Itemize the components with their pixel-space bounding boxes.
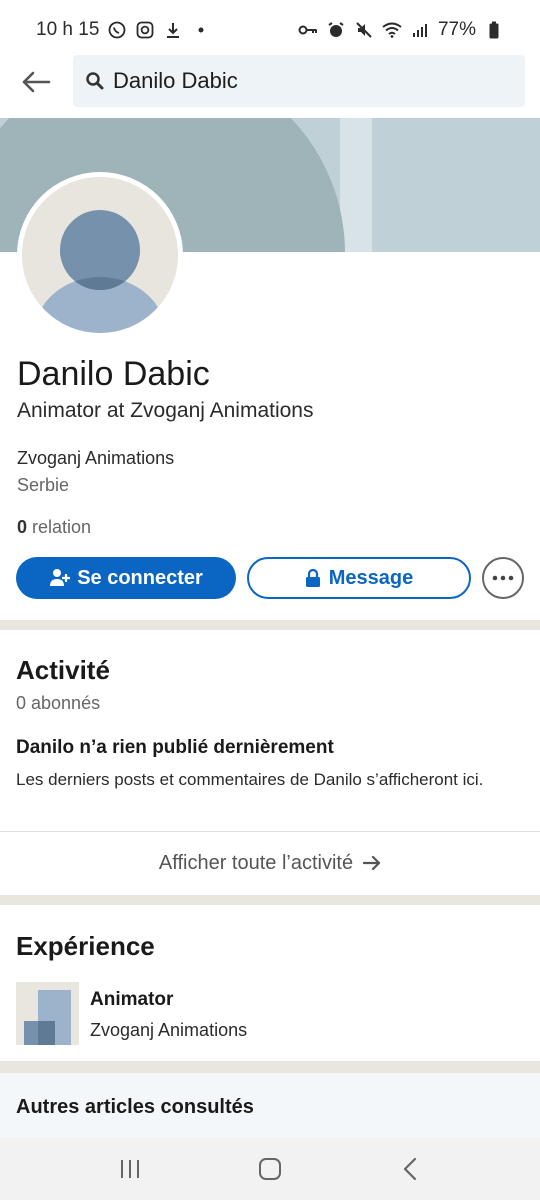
activity-title: Activité: [16, 655, 110, 685]
home-icon: [259, 1158, 281, 1180]
status-right: 77%: [298, 19, 504, 41]
profile-company[interactable]: Zvoganj Animations: [17, 448, 174, 469]
other-viewed-title: Autres articles consultés: [16, 1096, 254, 1118]
show-all-activity-label: Afficher toute l’activité: [158, 851, 354, 874]
status-time: 10 h 15: [36, 19, 100, 40]
avatar-placeholder-icon: [22, 177, 178, 333]
arrow-right-icon: [363, 855, 381, 871]
alarm-icon: [326, 20, 346, 40]
experience-title: Expérience: [16, 931, 155, 961]
download-icon: [163, 20, 183, 40]
section-divider: [0, 895, 540, 905]
message-button[interactable]: Message: [247, 557, 471, 599]
add-person-icon: [50, 569, 71, 586]
chevron-left-icon: [403, 1157, 417, 1181]
battery-icon: [484, 20, 504, 40]
system-back-button[interactable]: [380, 1144, 440, 1194]
message-label: Message: [328, 566, 414, 589]
dot-icon: [191, 20, 211, 40]
profile-name: Danilo Dabic: [17, 355, 210, 393]
experience-role: Animator: [90, 989, 174, 1010]
instagram-icon: [135, 20, 155, 40]
connect-label: Se connecter: [77, 566, 203, 589]
search-input[interactable]: Danilo Dabic: [73, 55, 525, 107]
status-left: 10 h 15: [36, 19, 211, 41]
signal-icon: [410, 20, 430, 40]
battery-percent: 77%: [437, 19, 476, 40]
activity-empty-description: Les derniers posts et commentaires de Da…: [16, 770, 484, 789]
search-header: Danilo Dabic: [0, 52, 540, 112]
connect-button[interactable]: Se connecter: [16, 557, 236, 599]
relations-label: relation: [27, 517, 92, 537]
relations-count[interactable]: 0 relation: [17, 517, 91, 538]
search-icon: [86, 72, 104, 90]
lock-icon: [305, 569, 320, 587]
experience-company: Zvoganj Animations: [90, 1020, 248, 1040]
more-options-button[interactable]: [482, 557, 524, 599]
wifi-icon: [382, 20, 402, 40]
profile-location: Serbie: [17, 475, 70, 495]
company-logo-placeholder-icon[interactable]: [16, 982, 79, 1045]
system-nav-bar: [0, 1138, 540, 1200]
search-query: Danilo Dabic: [113, 68, 238, 93]
mute-icon: [354, 20, 374, 40]
arrow-left-icon: [22, 71, 51, 93]
section-divider: [0, 1061, 540, 1073]
activity-empty-heading: Danilo n’a rien publié dernièrement: [16, 737, 334, 758]
relations-number: 0: [17, 517, 28, 537]
followers-count[interactable]: 0 abonnés: [16, 693, 100, 714]
profile-headline: Animator at Zvoganj Animations: [17, 399, 314, 422]
recent-apps-icon: [121, 1160, 139, 1178]
show-all-activity-button[interactable]: Afficher toute l’activité: [0, 832, 540, 894]
section-divider: [0, 620, 540, 630]
status-bar: 10 h 15 77%: [0, 0, 540, 60]
whatsapp-icon: [107, 20, 127, 40]
back-button[interactable]: [0, 52, 72, 112]
home-button[interactable]: [240, 1144, 300, 1194]
recent-apps-button[interactable]: [100, 1144, 160, 1194]
avatar[interactable]: [17, 172, 183, 338]
key-icon: [298, 20, 318, 40]
ellipsis-icon: [492, 575, 514, 581]
